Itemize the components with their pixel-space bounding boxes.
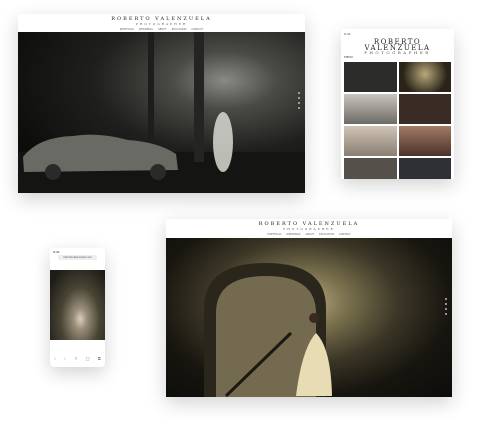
nav-item[interactable]: PORTFOLIO	[120, 28, 134, 31]
grid-photo[interactable]	[344, 158, 397, 179]
tablet-brand: ROBERTO VALENZUELA PHOTOGRAPHER	[341, 39, 454, 55]
tablet-status: 9:41	[344, 32, 351, 36]
grid-photo[interactable]	[398, 62, 451, 92]
nav-item[interactable]: ABOUT	[158, 28, 167, 31]
desktop-preview-bottom: ROBERTO VALENZUELA PHOTOGRAPHER PORTFOLI…	[166, 219, 452, 397]
site-logo-subtitle: PHOTOGRAPHER	[283, 227, 335, 231]
grid-photo[interactable]	[398, 94, 451, 124]
nav-item[interactable]: WEDDINGS	[139, 28, 153, 31]
nav-item[interactable]: PORTFOLIO	[267, 233, 281, 236]
nav-item[interactable]: CONTACT	[191, 28, 203, 31]
nav-item[interactable]: ABOUT	[305, 233, 314, 236]
slide-indicator[interactable]	[298, 92, 300, 109]
nav-item[interactable]: EDUCATION	[319, 233, 334, 236]
hero-photo-rain-car	[18, 32, 305, 193]
address-bar[interactable]: robertovalenzuela.com	[58, 255, 97, 260]
forward-icon[interactable]: ›	[64, 356, 66, 361]
browser-toolbar: ‹ › ⇪ □ ⧉	[50, 356, 105, 361]
photo-grid	[344, 62, 451, 179]
site-nav: PORTFOLIO WEDDINGS ABOUT EDUCATION CONTA…	[18, 28, 305, 31]
nav-item[interactable]: WEDDINGS	[286, 233, 300, 236]
nav-item[interactable]: CONTACT	[339, 233, 351, 236]
back-icon[interactable]: ‹	[54, 356, 56, 361]
site-logo-subtitle: PHOTOGRAPHER	[364, 50, 431, 55]
menu-button[interactable]: MENU	[344, 55, 353, 59]
hero-photo-art	[18, 32, 305, 193]
phone-preview: 9:41 robertovalenzuela.com ‹ › ⇪ □ ⧉	[50, 248, 105, 367]
site-header: ROBERTO VALENZUELA PHOTOGRAPHER PORTFOLI…	[18, 14, 305, 32]
tabs-icon[interactable]: ⧉	[98, 356, 101, 361]
site-nav: PORTFOLIO WEDDINGS ABOUT EDUCATION CONTA…	[166, 233, 452, 236]
phone-hero-photo	[50, 270, 105, 340]
nav-item[interactable]: EDUCATION	[172, 28, 187, 31]
desktop-preview-top: ROBERTO VALENZUELA PHOTOGRAPHER PORTFOLI…	[18, 14, 305, 193]
hero-photo-art	[204, 263, 332, 397]
bookmarks-icon[interactable]: □	[86, 356, 90, 361]
phone-status-time: 9:41	[53, 250, 60, 254]
site-logo-subtitle: PHOTOGRAPHER	[135, 22, 188, 26]
grid-photo[interactable]	[344, 126, 397, 156]
hero-photo-bride-arch	[166, 238, 452, 397]
share-icon[interactable]: ⇪	[74, 356, 77, 361]
grid-photo[interactable]	[398, 158, 451, 179]
grid-photo[interactable]	[344, 94, 397, 124]
site-header: ROBERTO VALENZUELA PHOTOGRAPHER PORTFOLI…	[166, 219, 452, 238]
slide-indicator[interactable]	[445, 298, 447, 315]
grid-photo[interactable]	[398, 126, 451, 156]
tablet-preview: 9:41 ROBERTO VALENZUELA PHOTOGRAPHER MEN…	[341, 29, 454, 179]
grid-photo[interactable]	[344, 62, 397, 92]
